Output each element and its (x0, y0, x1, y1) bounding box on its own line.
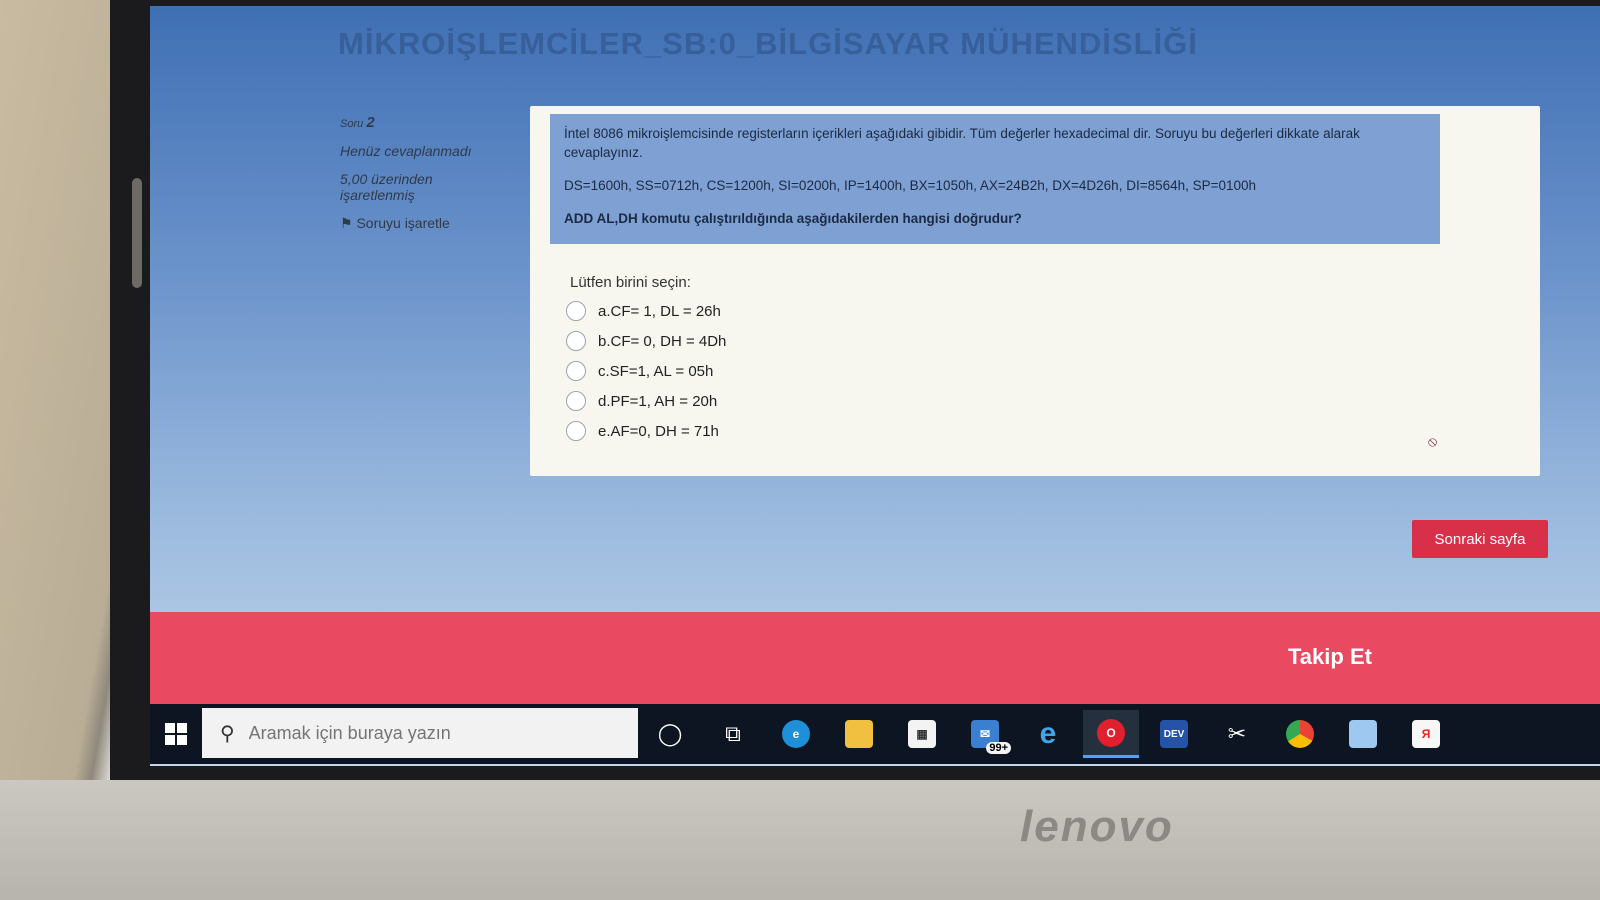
file-explorer-icon[interactable] (831, 710, 887, 758)
clear-choice-icon[interactable]: ⦸ (1428, 434, 1442, 448)
windows-icon (165, 723, 187, 745)
mail-badge: 99+ (986, 742, 1011, 754)
laptop-base: lenovo (0, 780, 1600, 900)
task-view-icon[interactable]: ⧉ (705, 710, 761, 758)
store-icon[interactable]: ▦ (894, 710, 950, 758)
devcpp-icon[interactable]: DEV (1146, 710, 1202, 758)
question-number: Soru 2 (340, 114, 520, 131)
internet-explorer-icon[interactable]: e (1020, 710, 1076, 758)
taskbar-search[interactable]: ⚲ (202, 708, 638, 758)
flag-icon: ⚑ (340, 215, 353, 231)
snipping-tool-icon[interactable]: ✂ (1209, 710, 1265, 758)
choose-label: Lütfen birini seçin: (570, 274, 691, 291)
question-ask: ADD AL,DH komutu çalıştırıldığında aşağı… (564, 211, 1022, 226)
question-marks: 5,00 üzerinden işaretlenmiş (340, 171, 520, 203)
answer-label-d: d.PF=1, AH = 20h (598, 392, 718, 410)
marks-line2: işaretlenmiş (340, 187, 415, 203)
answer-option-d[interactable]: d.PF=1, AH = 20h (566, 386, 726, 416)
search-icon: ⚲ (220, 722, 235, 745)
question-info-panel: Soru 2 Henüz cevaplanmadı 5,00 üzerinden… (340, 114, 520, 244)
radio-a[interactable] (566, 301, 586, 321)
opera-icon[interactable]: O (1083, 710, 1139, 758)
answer-options: a.CF= 1, DL = 26h b.CF= 0, DH = 4Dh c.SF… (566, 296, 726, 446)
footer-follow-text[interactable]: Takip Et (1288, 644, 1372, 670)
monitor-hinge (132, 178, 142, 288)
answer-label-b: b.CF= 0, DH = 4Dh (598, 332, 727, 350)
mail-icon[interactable]: ✉ 99+ (957, 710, 1013, 758)
answer-label-c: c.SF=1, AL = 05h (598, 362, 714, 380)
radio-b[interactable] (566, 331, 586, 351)
answer-option-c[interactable]: c.SF=1, AL = 05h (566, 356, 726, 386)
question-card: İntel 8086 mikroişlemcisinde registerlar… (530, 106, 1540, 476)
chrome-icon[interactable] (1272, 710, 1328, 758)
screen: MİKROİŞLEMCİLER_SB:0_BİLGİSAYAR MÜHENDİS… (150, 6, 1600, 766)
answer-option-e[interactable]: e.AF=0, DH = 71h (566, 416, 726, 446)
next-page-button[interactable]: Sonraki sayfa (1412, 520, 1548, 558)
question-number-prefix: Soru (340, 118, 364, 130)
answer-option-a[interactable]: a.CF= 1, DL = 26h (566, 296, 726, 326)
question-intro: İntel 8086 mikroişlemcisinde registerlar… (564, 126, 1360, 160)
start-button[interactable] (150, 704, 202, 764)
brand-logo: lenovo (1020, 802, 1174, 851)
answer-label-e: e.AF=0, DH = 71h (598, 422, 719, 440)
radio-c[interactable] (566, 361, 586, 381)
question-number-value: 2 (366, 114, 375, 131)
cube-app-icon[interactable] (1335, 710, 1391, 758)
footer-bar: Takip Et (150, 612, 1600, 704)
edge-icon[interactable]: e (768, 710, 824, 758)
taskbar: ⚲ ◯ ⧉ e ▦ ✉ 99+ e O DEV ✂ Я (150, 704, 1600, 764)
devcpp-label: DEV (1160, 720, 1188, 748)
marks-line1: 5,00 üzerinden (340, 171, 433, 187)
question-text-box: İntel 8086 mikroişlemcisinde registerlar… (550, 114, 1440, 244)
answer-label-a: a.CF= 1, DL = 26h (598, 302, 721, 320)
page-title: MİKROİŞLEMCİLER_SB:0_BİLGİSAYAR MÜHENDİS… (338, 26, 1198, 61)
taskbar-apps: ◯ ⧉ e ▦ ✉ 99+ e O DEV ✂ Я (642, 710, 1461, 758)
cortana-icon[interactable]: ◯ (642, 710, 698, 758)
answer-option-b[interactable]: b.CF= 0, DH = 4Dh (566, 326, 726, 356)
flag-question-link[interactable]: ⚑ Soruyu işaretle (340, 215, 520, 232)
question-registers: DS=1600h, SS=0712h, CS=1200h, SI=0200h, … (564, 178, 1257, 193)
radio-d[interactable] (566, 391, 586, 411)
search-input[interactable] (246, 721, 611, 745)
radio-e[interactable] (566, 421, 586, 441)
yandex-icon[interactable]: Я (1398, 710, 1454, 758)
question-status: Henüz cevaplanmadı (340, 143, 472, 159)
flag-question-label: Soruyu işaretle (356, 215, 450, 231)
